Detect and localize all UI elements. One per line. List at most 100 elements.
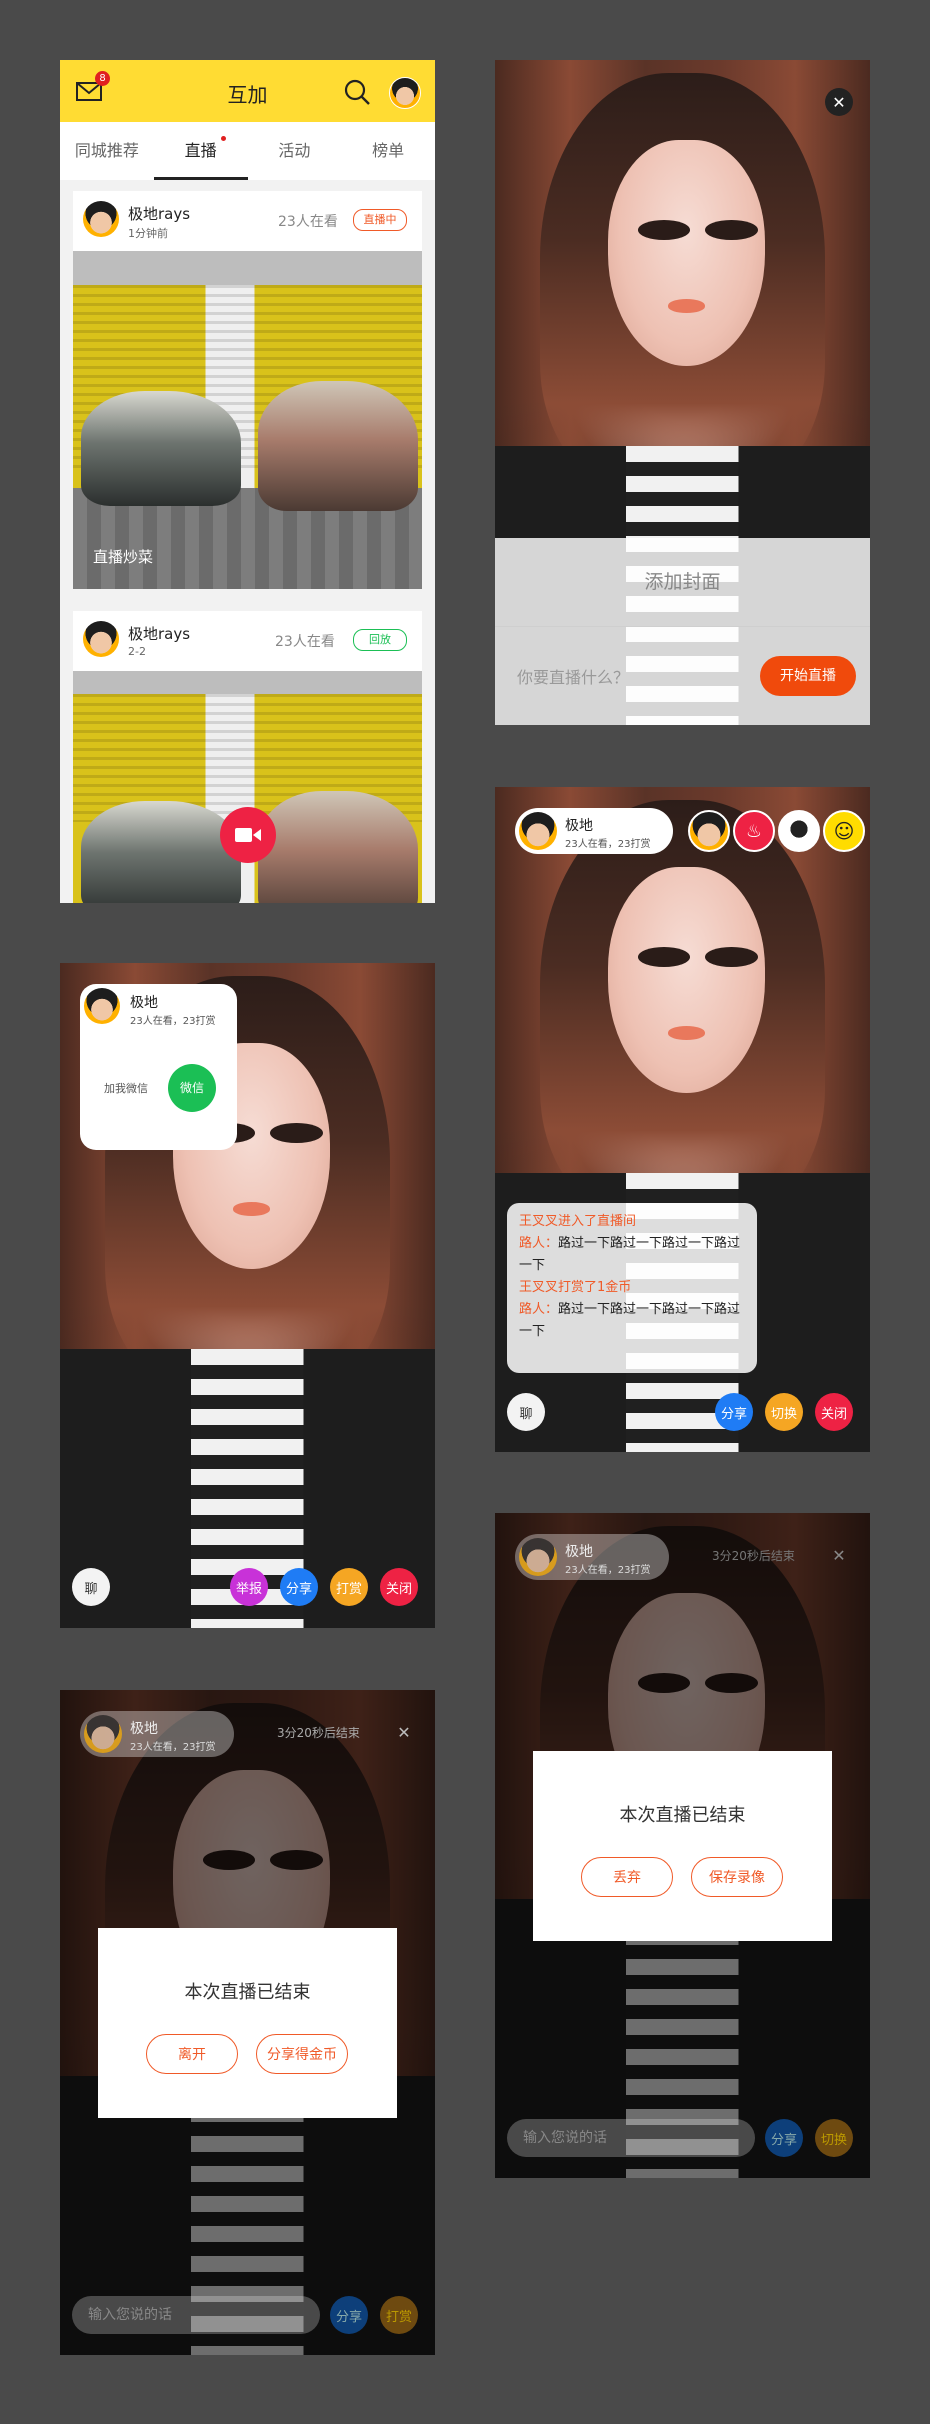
wechat-label: 加我微信 (104, 1082, 148, 1095)
host-live-screen: 极地 23人在看，23打赏 ♨ ☺ 王叉叉进入了直播间 路人：路过一下路过一下路… (495, 787, 870, 1452)
card-author-name[interactable]: 极地rays (128, 623, 190, 644)
share-button[interactable]: 分享 (715, 1393, 753, 1431)
tab-active-indicator (153, 177, 248, 180)
viewer-avatar[interactable] (778, 810, 820, 852)
chat-message-system: 王叉叉进入了直播间 (519, 1214, 637, 1229)
tab-ranking[interactable]: 榜单 (341, 122, 435, 180)
start-live-button[interactable] (220, 807, 276, 863)
tab-activity[interactable]: 活动 (248, 122, 342, 180)
status-badge: 直播中 (353, 209, 407, 231)
live-ended-host-screen: 极地 23人在看，23打赏 3分20秒后结束 ✕ 本次直播已结束 丢弃 保存录像… (495, 1513, 870, 2178)
switch-camera-button[interactable]: 切换 (765, 1393, 803, 1431)
card-viewers: 23人在看 (275, 634, 335, 650)
car-right (258, 381, 418, 511)
car-right (258, 791, 418, 903)
card-avatar[interactable] (83, 621, 119, 657)
card-avatar[interactable] (83, 201, 119, 237)
feed-screen: 8 互加 同城推荐 直播 活动 榜单 极地rays 1分钟前 23人在看 直播中… (60, 60, 435, 903)
close-button[interactable]: ✕ (825, 88, 853, 116)
host-name: 极地 (130, 995, 158, 1011)
chat-message-system: 王叉叉打赏了1金币 (519, 1280, 632, 1295)
viewer-avatar[interactable]: ☺ (823, 810, 865, 852)
chat-button[interactable]: 聊 (507, 1393, 545, 1431)
start-live-button[interactable]: 开始直播 (760, 656, 856, 696)
host-profile-card: 极地 23人在看，23打赏 加我微信 微信 (80, 984, 237, 1150)
tab-live-label: 直播 (184, 141, 217, 160)
wechat-button[interactable]: 微信 (168, 1064, 216, 1112)
viewer-avatar[interactable]: ♨ (733, 810, 775, 852)
car-left (81, 801, 241, 903)
close-icon: ✕ (832, 92, 846, 112)
chat-message: 路人：路过一下路过一下路过一下路过一下 (519, 1233, 745, 1277)
chat-sender: 路人： (519, 1236, 559, 1251)
card-author-name[interactable]: 极地rays (128, 203, 190, 224)
share-button[interactable]: 分享 (765, 2119, 803, 2157)
host-avatar[interactable] (84, 988, 120, 1024)
host-stats: 23人在看，23打赏 (130, 1016, 216, 1027)
tab-live-dot (220, 136, 226, 141)
host-info-pill[interactable]: 极地 23人在看，23打赏 (515, 1534, 669, 1580)
tab-nearby[interactable]: 同城推荐 (60, 122, 154, 180)
card-cover-image[interactable] (73, 251, 422, 589)
report-button[interactable]: 举报 (230, 1568, 268, 1606)
chat-sender: 路人： (519, 1302, 559, 1317)
host-stats: 23人在看，23打赏 (565, 839, 651, 850)
tip-button[interactable]: 打赏 (380, 2296, 418, 2334)
host-info-pill[interactable]: 极地 23人在看，23打赏 (80, 1711, 234, 1757)
card-time: 1分钟前 (128, 227, 168, 240)
search-icon[interactable] (343, 78, 371, 106)
leave-button[interactable]: 离开 (146, 2034, 238, 2074)
chat-button[interactable]: 聊 (72, 1568, 110, 1606)
live-ended-viewer-screen: 极地 23人在看，23打赏 3分20秒后结束 ✕ 本次直播已结束 离开 分享得金… (60, 1690, 435, 2355)
comment-input[interactable]: 输入您说的话 (507, 2119, 755, 2157)
share-button[interactable]: 分享 (280, 1568, 318, 1606)
card-caption: 直播炒菜 (93, 548, 154, 566)
host-avatar (519, 1538, 557, 1576)
host-info-pill[interactable]: 极地 23人在看，23打赏 (515, 808, 673, 854)
flame-icon: ♨ (745, 820, 763, 842)
setup-panel: 添加封面 你要直播什么？ 开始直播 (495, 538, 870, 725)
dialog-title: 本次直播已结束 (184, 1982, 311, 2003)
host-stats: 23人在看，23打赏 (130, 1742, 216, 1753)
host-name: 极地 (565, 818, 593, 834)
chat-message: 路人：路过一下路过一下路过一下路过一下 (519, 1299, 745, 1343)
close-button[interactable]: 关闭 (380, 1568, 418, 1606)
video-camera-icon (235, 828, 261, 842)
countdown-text: 3分20秒后结束 (277, 1726, 360, 1740)
viewer-avatar[interactable] (688, 810, 730, 852)
user-avatar[interactable] (389, 77, 421, 109)
app-title: 互加 (227, 83, 268, 107)
add-cover-button[interactable]: 添加封面 (495, 538, 870, 627)
close-icon: ✕ (397, 1722, 411, 1742)
tip-button[interactable]: 打赏 (330, 1568, 368, 1606)
close-button[interactable]: 关闭 (815, 1393, 853, 1431)
live-card[interactable]: 极地rays 1分钟前 23人在看 直播中 直播炒菜 (73, 191, 422, 589)
countdown-text: 3分20秒后结束 (712, 1549, 795, 1563)
host-stats: 23人在看，23打赏 (565, 1565, 651, 1576)
card-time: 2-2 (128, 645, 146, 658)
live-ended-dialog: 本次直播已结束 离开 分享得金币 (98, 1928, 397, 2118)
chat-panel: 王叉叉进入了直播间 路人：路过一下路过一下路过一下路过一下 王叉叉打赏了1金币 … (507, 1203, 757, 1373)
share-button[interactable]: 分享 (330, 2296, 368, 2334)
viewer-live-screen: 极地 23人在看，23打赏 加我微信 微信 聊 举报 分享 打赏 关闭 (60, 963, 435, 1628)
save-recording-button[interactable]: 保存录像 (691, 1857, 783, 1897)
share-for-coins-button[interactable]: 分享得金币 (256, 2034, 348, 2074)
dialog-title: 本次直播已结束 (619, 1805, 746, 1826)
smiley-icon: ☺ (833, 819, 855, 843)
card-cover-image[interactable] (73, 671, 422, 903)
close-button[interactable]: ✕ (825, 1541, 853, 1569)
host-name: 极地 (130, 1721, 158, 1737)
discard-button[interactable]: 丢弃 (581, 1857, 673, 1897)
close-button[interactable]: ✕ (390, 1718, 418, 1746)
status-badge: 回放 (353, 629, 407, 651)
feed-tabs: 同城推荐 直播 活动 榜单 (60, 122, 435, 180)
live-topic-input[interactable]: 你要直播什么？ (517, 664, 629, 688)
comment-input[interactable]: 输入您说的话 (72, 2296, 320, 2334)
switch-camera-button[interactable]: 切换 (815, 2119, 853, 2157)
tab-live[interactable]: 直播 (153, 122, 248, 180)
close-icon: ✕ (832, 1545, 846, 1565)
card-viewers: 23人在看 (278, 214, 338, 230)
host-avatar (84, 1715, 122, 1753)
host-avatar (519, 812, 557, 850)
live-ended-dialog: 本次直播已结束 丢弃 保存录像 (533, 1751, 832, 1941)
